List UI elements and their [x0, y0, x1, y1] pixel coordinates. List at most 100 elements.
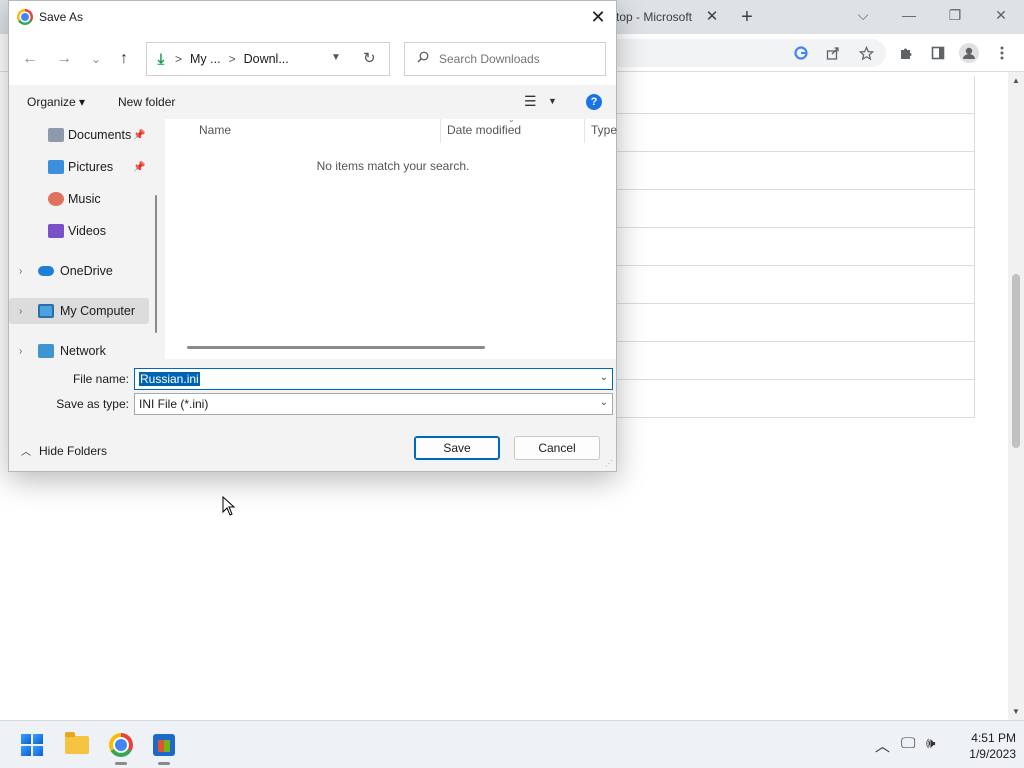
sidebar-item-pictures[interactable]: Pictures 📌	[9, 154, 149, 180]
chrome-icon	[17, 9, 33, 25]
sidebar-item-documents[interactable]: Documents 📌	[9, 122, 149, 148]
view-dropdown-icon[interactable]: ▼	[548, 96, 557, 106]
start-button[interactable]	[16, 729, 48, 761]
cancel-button[interactable]: Cancel	[514, 436, 600, 460]
column-date-modified[interactable]: Date modified	[447, 123, 521, 137]
chevron-down-icon[interactable]: ⌄	[600, 397, 608, 408]
tab-search-icon[interactable]: ⌵	[848, 4, 878, 26]
scroll-up-icon[interactable]: ▲	[1012, 76, 1020, 85]
extensions-icon[interactable]	[895, 42, 917, 64]
clock-time: 4:51 PM	[971, 731, 1016, 745]
sidebar-item-label: Network	[60, 344, 106, 358]
chevron-down-icon[interactable]: ⌄	[600, 372, 608, 383]
windows-icon	[21, 734, 43, 756]
navigation-pane: Documents 📌 Pictures 📌 Music Videos › On…	[9, 119, 157, 359]
command-bar: Organize ▾ New folder ☰ ▼ ?	[9, 85, 616, 119]
music-icon	[48, 192, 64, 206]
expand-chevron-icon[interactable]: ›	[19, 346, 22, 357]
table-row	[561, 76, 974, 114]
view-options-icon[interactable]: ☰	[524, 93, 537, 110]
search-icon	[417, 51, 429, 66]
empty-message: No items match your search.	[316, 159, 470, 173]
volume-icon[interactable]: 🕪	[926, 735, 935, 752]
refresh-icon[interactable]: ↻	[363, 49, 376, 67]
address-bar[interactable]: ⤓ > My ... > Downl... ▼ ↻	[146, 42, 390, 76]
network-icon[interactable]: 🖵	[901, 735, 915, 752]
column-type[interactable]: Type	[591, 123, 617, 137]
sidebar-item-my-computer[interactable]: › My Computer	[9, 298, 149, 324]
help-icon[interactable]: ?	[586, 94, 602, 110]
store-taskbar-button[interactable]	[148, 729, 180, 765]
sidebar-item-label: Pictures	[68, 160, 114, 174]
breadcrumb-separator: >	[175, 52, 183, 66]
computer-icon	[38, 304, 54, 318]
store-icon	[153, 734, 175, 756]
scrollbar-thumb[interactable]	[1012, 274, 1020, 448]
google-icon[interactable]	[790, 42, 812, 64]
save-button[interactable]: Save	[414, 436, 500, 460]
sidebar-item-music[interactable]: Music	[9, 186, 149, 212]
table-row	[561, 342, 974, 380]
file-explorer-button[interactable]	[61, 729, 93, 761]
resize-grip-icon[interactable]: ⋰	[605, 459, 613, 468]
table-row	[561, 380, 974, 418]
file-list: Name ⌄ Date modified Type No items match…	[165, 115, 617, 359]
network-icon	[38, 344, 54, 358]
search-input[interactable]	[439, 50, 599, 68]
tab-title: top - Microsoft	[616, 10, 693, 24]
hide-folders-label: Hide Folders	[39, 443, 108, 458]
column-divider[interactable]	[584, 119, 585, 143]
filelist-horizontal-scrollbar[interactable]	[187, 346, 485, 349]
file-name-value[interactable]: Russian.ini	[139, 372, 200, 386]
clock[interactable]: 4:51 PM 1/9/2023	[950, 730, 1016, 762]
side-panel-icon[interactable]	[927, 42, 949, 64]
hide-folders-button[interactable]: ︿ Hide Folders	[21, 443, 108, 459]
file-name-label: File name:	[72, 372, 129, 386]
page-scrollbar[interactable]: ▲ ▼	[1008, 72, 1024, 720]
forward-icon[interactable]: →	[53, 48, 75, 70]
save-as-type-select[interactable]: INI File (*.ini) ⌄	[134, 393, 613, 415]
share-icon[interactable]	[822, 42, 844, 64]
page-table	[560, 76, 975, 418]
column-divider[interactable]	[440, 119, 441, 143]
expand-chevron-icon[interactable]: ›	[19, 266, 22, 277]
breadcrumb-my-computer[interactable]: My ...	[190, 52, 221, 66]
expand-chevron-icon[interactable]: ›	[19, 306, 22, 317]
dialog-title: Save As	[39, 10, 84, 24]
address-dropdown-icon[interactable]: ▼	[331, 52, 341, 63]
mouse-cursor-icon	[222, 496, 236, 516]
recent-locations-icon[interactable]: ⌄	[85, 48, 107, 70]
window-close-button[interactable]: ✕	[986, 4, 1016, 26]
column-name[interactable]: Name	[199, 123, 231, 137]
table-row	[561, 266, 974, 304]
table-row	[561, 152, 974, 190]
scroll-down-icon[interactable]: ▼	[1012, 707, 1020, 716]
tab-close-icon[interactable]: ✕	[704, 9, 720, 25]
organize-menu[interactable]: Organize ▾	[27, 95, 85, 109]
search-box[interactable]	[404, 42, 606, 76]
file-name-field[interactable]: Russian.ini ⌄	[134, 368, 613, 390]
sidebar-item-onedrive[interactable]: › OneDrive	[9, 258, 149, 284]
star-icon[interactable]	[855, 42, 877, 64]
table-row	[561, 190, 974, 228]
download-icon: ⤓	[157, 50, 165, 68]
documents-icon	[48, 128, 64, 142]
profile-icon[interactable]	[958, 42, 980, 64]
pictures-icon	[48, 160, 64, 174]
sidebar-item-network[interactable]: › Network	[9, 338, 149, 359]
navpane-scrollbar[interactable]	[155, 195, 157, 333]
new-folder-button[interactable]: New folder	[118, 95, 175, 109]
restore-button[interactable]: ❐	[940, 4, 970, 26]
table-row	[561, 114, 974, 152]
minimize-button[interactable]: —	[894, 4, 924, 26]
new-tab-button[interactable]: +	[736, 6, 758, 28]
sidebar-item-videos[interactable]: Videos	[9, 218, 149, 244]
up-icon[interactable]: ↑	[113, 48, 135, 70]
chrome-taskbar-button[interactable]	[105, 729, 137, 765]
menu-icon[interactable]	[991, 42, 1013, 64]
show-hidden-icons-icon[interactable]: ︿	[875, 735, 890, 756]
breadcrumb-downloads[interactable]: Downl...	[244, 52, 289, 66]
back-icon[interactable]: ←	[19, 48, 41, 70]
dialog-close-button[interactable]: ✕	[586, 5, 610, 29]
navigation-bar: ← → ⌄ ↑ ⤓ > My ... > Downl... ▼ ↻	[9, 33, 616, 85]
